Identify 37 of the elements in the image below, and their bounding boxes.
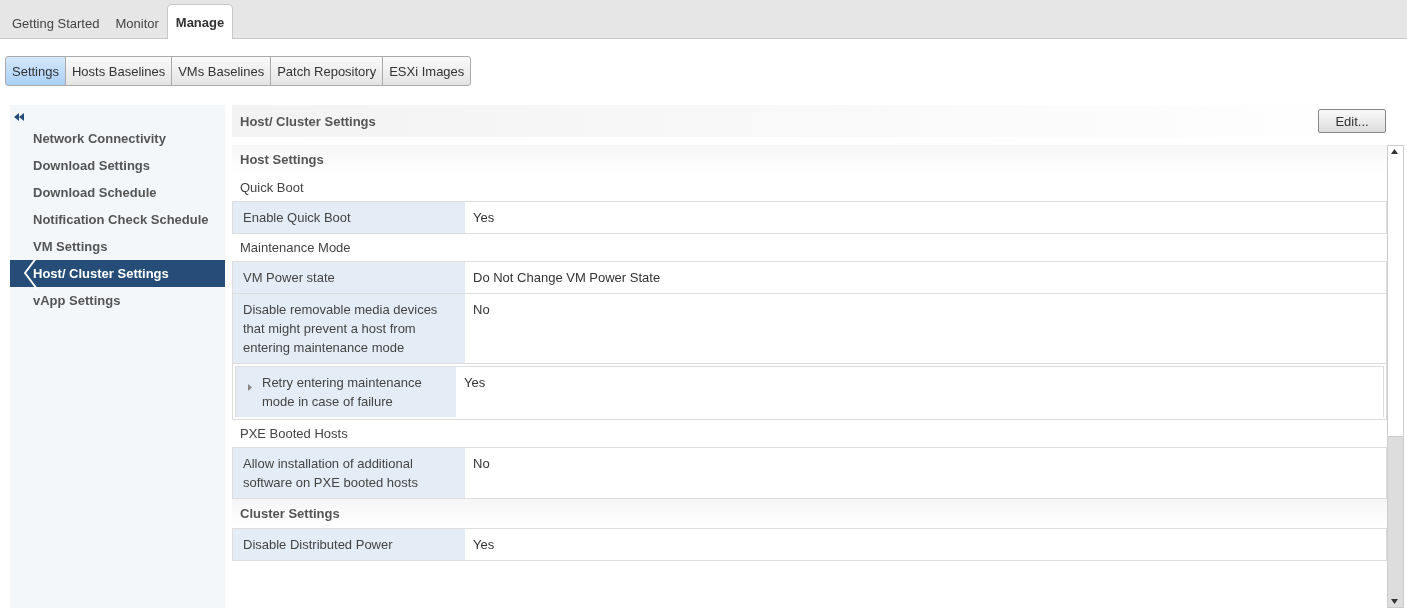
top-tab[interactable]: Manage: [166, 4, 234, 39]
setting-label: Enable Quick Boot: [233, 202, 465, 233]
sub-tab[interactable]: Hosts Baselines: [65, 56, 173, 86]
sub-tab[interactable]: ESXi Images: [382, 56, 472, 86]
sidebar-item[interactable]: Download Settings: [10, 152, 225, 179]
sidebar-item[interactable]: Notification Check Schedule: [10, 206, 225, 233]
setting-label: VM Power state: [233, 262, 465, 293]
sidebar-item[interactable]: Download Schedule: [10, 179, 225, 206]
top-tab[interactable]: Monitor: [107, 8, 167, 38]
scroll-up-icon[interactable]: [1391, 149, 1398, 154]
setting-value: Yes: [472, 536, 496, 554]
group-title: Maintenance Mode: [239, 239, 352, 257]
setting-label: Allow installation of additional software on PXE booted hosts: [233, 448, 465, 498]
setting-value: No: [472, 455, 491, 473]
sidebar-item[interactable]: Host/ Cluster Settings: [10, 260, 225, 287]
scroll-down-icon[interactable]: [1391, 599, 1398, 604]
setting-value: Yes: [472, 209, 496, 227]
scrollbar[interactable]: [1387, 145, 1404, 608]
collapse-icon[interactable]: [14, 113, 24, 121]
group-title: Quick Boot: [239, 179, 305, 197]
setting-label: Disable removable media devices that might prevent a host from entering maintenance mode: [233, 294, 465, 363]
sub-tab[interactable]: Patch Repository: [270, 56, 384, 86]
setting-value: No: [472, 301, 491, 319]
expand-icon[interactable]: [248, 384, 252, 391]
setting-value: Yes: [463, 374, 487, 392]
panel-title: Host/ Cluster Settings: [239, 113, 376, 129]
sidebar-item[interactable]: Network Connectivity: [10, 125, 225, 152]
sidebar-item[interactable]: VM Settings: [10, 233, 225, 260]
top-tab[interactable]: Getting Started: [4, 8, 108, 38]
sub-tab[interactable]: VMs Baselines: [171, 56, 272, 86]
setting-label: Retry entering maintenance mode in case of failure: [236, 367, 456, 417]
sidebar-item[interactable]: vApp Settings: [10, 287, 225, 314]
setting-label: Disable Distributed Power: [233, 529, 465, 560]
group-title: PXE Booted Hosts: [239, 425, 349, 443]
setting-value: Do Not Change VM Power State: [472, 269, 662, 287]
edit-button[interactable]: Edit...: [1318, 109, 1386, 133]
sub-tab[interactable]: Settings: [5, 56, 66, 86]
